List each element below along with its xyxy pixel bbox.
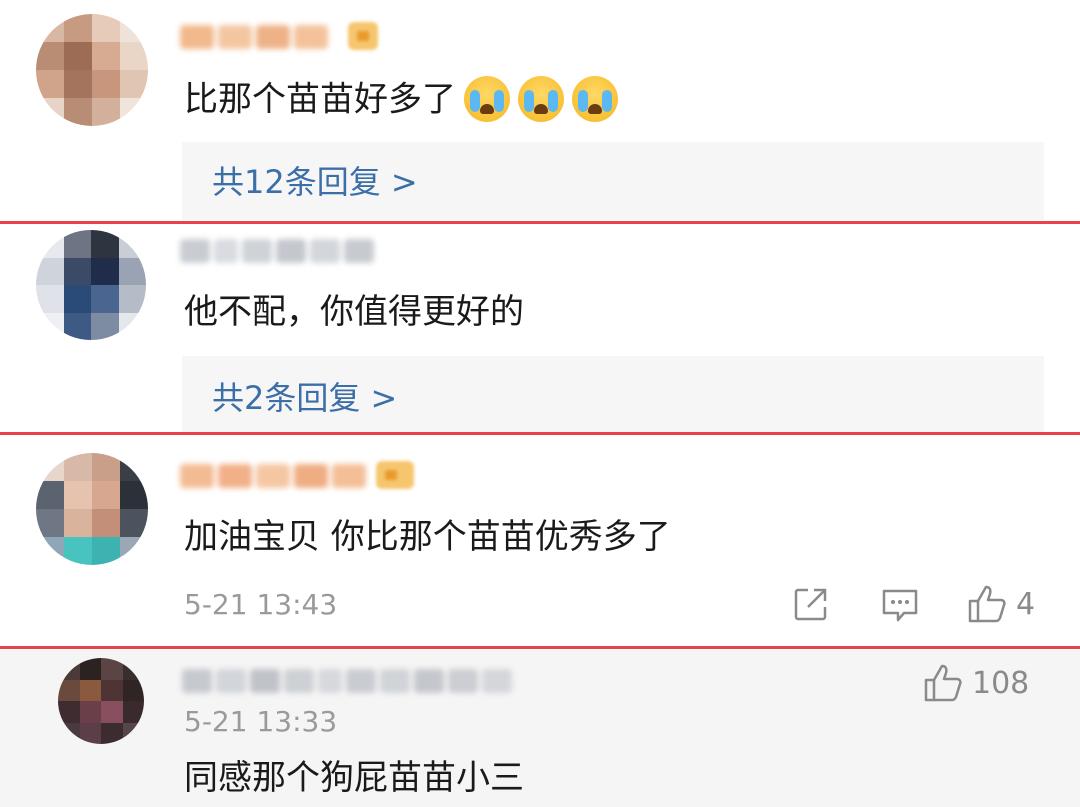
reply-text: 同感那个狗屁苗苗小三 — [184, 758, 524, 798]
replies-box: 共2条回复 > — [182, 356, 1044, 432]
username-blurred[interactable] — [182, 666, 512, 696]
comment-timestamp: 5-21 13:43 — [184, 588, 338, 621]
comment-bubble-icon — [882, 589, 918, 622]
crying-face-icon — [518, 76, 564, 122]
username-blurred[interactable] — [180, 22, 328, 52]
vip-badge-icon — [376, 461, 414, 489]
crying-face-icon — [572, 76, 618, 122]
user-avatar[interactable] — [58, 658, 144, 744]
like-button[interactable]: 4 — [966, 583, 1035, 625]
user-avatar[interactable] — [36, 453, 148, 565]
crying-face-icon — [464, 76, 510, 122]
reply-timestamp: 5-21 13:33 — [184, 705, 338, 738]
nested-reply: 5-21 13:33 同感那个狗屁苗苗小三 108 — [0, 650, 1080, 807]
comment-text: 比那个苗苗好多了 — [184, 76, 618, 124]
username-blurred[interactable] — [180, 461, 366, 491]
user-avatar[interactable] — [36, 230, 146, 340]
comment-3: 加油宝贝 你比那个苗苗优秀多了 5-21 13:43 4 — [0, 435, 1080, 647]
share-button[interactable] — [792, 585, 830, 623]
divider — [0, 646, 1080, 649]
like-button[interactable]: 108 — [922, 662, 1029, 704]
thumbs-up-icon — [968, 585, 1006, 623]
like-count: 4 — [1016, 586, 1036, 622]
comment-text: 他不配，你值得更好的 — [184, 292, 524, 332]
replies-box: 共12条回复 > — [182, 142, 1044, 220]
share-icon — [794, 588, 827, 621]
like-count: 108 — [972, 665, 1030, 701]
comment-text: 加油宝贝 你比那个苗苗优秀多了 — [184, 517, 671, 557]
comment-1: 比那个苗苗好多了 共12条回复 > — [0, 0, 1080, 222]
reply-button[interactable] — [880, 585, 920, 625]
view-replies-link[interactable]: 共12条回复 > — [212, 162, 418, 202]
view-replies-link[interactable]: 共2条回复 > — [212, 378, 397, 418]
vip-badge-icon — [348, 22, 378, 50]
comment-2: 他不配，你值得更好的 共2条回复 > — [0, 224, 1080, 432]
thumbs-up-icon — [924, 664, 962, 702]
username-blurred[interactable] — [180, 236, 374, 266]
user-avatar[interactable] — [36, 14, 148, 126]
